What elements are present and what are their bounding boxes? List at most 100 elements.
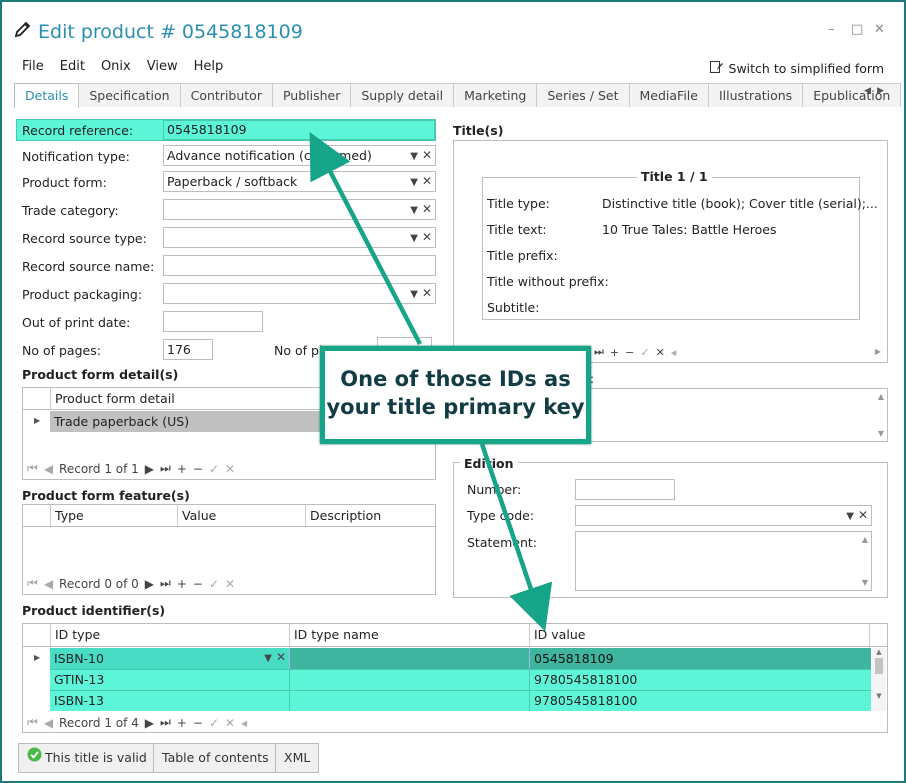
tab-illustrations[interactable]: Illustrations bbox=[707, 83, 804, 107]
title-text-value[interactable]: 10 True Tales: Battle Heroes bbox=[602, 222, 776, 237]
prev-record-icon[interactable]: ◀ bbox=[44, 462, 53, 476]
confirm-icon[interactable]: ✓ bbox=[209, 577, 219, 591]
confirm-icon[interactable]: ✓ bbox=[640, 346, 649, 359]
column-header-id-type[interactable]: ID type bbox=[50, 624, 290, 646]
menu-view[interactable]: View bbox=[147, 59, 178, 74]
column-header-description[interactable]: Description bbox=[306, 505, 435, 526]
add-record-icon[interactable]: + bbox=[610, 346, 619, 359]
scroll-up-icon[interactable]: ▲ bbox=[872, 648, 886, 656]
scroll-left-icon[interactable]: ◂ bbox=[671, 346, 677, 359]
table-row[interactable]: GTIN-13 9780545818100 bbox=[50, 669, 871, 690]
column-header-id-type-name[interactable]: ID type name bbox=[290, 624, 530, 646]
title-type-value[interactable]: Distinctive title (book); Cover title (s… bbox=[602, 196, 878, 211]
menu-help[interactable]: Help bbox=[194, 59, 224, 74]
first-record-icon[interactable]: ⏮ bbox=[27, 576, 38, 591]
edition-number-input[interactable] bbox=[575, 479, 675, 500]
next-record-icon[interactable]: ▶ bbox=[145, 462, 154, 476]
add-record-icon[interactable]: + bbox=[177, 716, 187, 730]
tab-mediafile[interactable]: MediaFile bbox=[628, 83, 709, 107]
table-row[interactable]: ISBN-10 ▼ ✕ 0545818109 bbox=[50, 648, 871, 669]
tab-contributor[interactable]: Contributor bbox=[179, 83, 273, 107]
column-header-value[interactable]: Value bbox=[178, 505, 306, 526]
tab-series-set[interactable]: Series / Set bbox=[536, 83, 630, 107]
add-record-icon[interactable]: + bbox=[177, 577, 187, 591]
switch-simplified-button[interactable]: Switch to simplified form bbox=[709, 59, 884, 77]
tab-marketing[interactable]: Marketing bbox=[453, 83, 538, 107]
last-record-icon[interactable]: ⏭ bbox=[594, 345, 604, 359]
close-button[interactable]: ✕ bbox=[874, 22, 885, 37]
cancel-icon[interactable]: ✕ bbox=[225, 716, 235, 730]
dropdown-arrow-icon[interactable]: ▼ bbox=[410, 151, 418, 162]
identifiers-scrollbar[interactable]: ▲ ▼ bbox=[872, 648, 886, 711]
last-record-icon[interactable]: ⏭ bbox=[160, 461, 171, 476]
maximize-button[interactable]: □ bbox=[851, 22, 863, 37]
record-source-type-select[interactable]: ▼ ✕ bbox=[163, 227, 436, 248]
next-record-icon[interactable]: ▶ bbox=[145, 577, 154, 591]
id-type-name-cell[interactable] bbox=[290, 670, 530, 690]
id-type-cell[interactable]: ISBN-10 ▼ ✕ bbox=[50, 648, 290, 669]
scroll-down-icon[interactable]: ▼ bbox=[872, 692, 886, 700]
prev-record-icon[interactable]: ◀ bbox=[44, 716, 53, 730]
tab-specification[interactable]: Specification bbox=[78, 83, 181, 107]
id-type-name-cell[interactable] bbox=[290, 691, 530, 711]
clear-icon[interactable]: ✕ bbox=[422, 230, 432, 244]
tab-right-icon[interactable]: ▶ bbox=[877, 86, 890, 96]
cancel-icon[interactable]: ✕ bbox=[225, 577, 235, 591]
edition-statement-textarea[interactable]: ▲ ▼ bbox=[575, 531, 872, 591]
title-valid-button[interactable]: This title is valid bbox=[18, 743, 156, 773]
record-reference-input[interactable]: 0545818109 bbox=[163, 120, 435, 140]
delete-record-icon[interactable]: − bbox=[193, 577, 203, 591]
menu-onix[interactable]: Onix bbox=[101, 59, 131, 74]
id-value-cell[interactable]: 9780545818100 bbox=[530, 670, 871, 690]
table-row[interactable]: ISBN-13 9780545818100 bbox=[50, 690, 871, 711]
out-of-print-date-input[interactable] bbox=[163, 311, 263, 332]
clear-icon[interactable]: ✕ bbox=[422, 148, 432, 162]
delete-record-icon[interactable]: − bbox=[193, 716, 203, 730]
cancel-icon[interactable]: ✕ bbox=[225, 462, 235, 476]
xml-button[interactable]: XML bbox=[275, 743, 320, 773]
scroll-up-icon[interactable]: ▲ bbox=[862, 535, 868, 544]
scroll-right-icon[interactable]: ▶ bbox=[875, 347, 881, 356]
tab-left-icon[interactable]: ◀ bbox=[864, 86, 877, 96]
id-type-cell[interactable]: GTIN-13 bbox=[50, 670, 290, 690]
clear-icon[interactable]: ✕ bbox=[422, 286, 432, 300]
notification-type-select[interactable]: Advance notification (confirmed) ▼ ✕ bbox=[163, 145, 436, 166]
dropdown-arrow-icon[interactable]: ▼ bbox=[410, 233, 418, 244]
edition-type-code-select[interactable]: ▼ ✕ bbox=[575, 505, 872, 526]
dropdown-arrow-icon[interactable]: ▼ bbox=[410, 177, 418, 188]
id-value-cell[interactable]: 9780545818100 bbox=[530, 691, 871, 711]
no-of-pages-input[interactable]: 176 bbox=[163, 339, 213, 360]
scroll-up-icon[interactable]: ▲ bbox=[878, 392, 884, 401]
last-record-icon[interactable]: ⏭ bbox=[160, 715, 171, 730]
prev-record-icon[interactable]: ◀ bbox=[44, 577, 53, 591]
product-packaging-select[interactable]: ▼ ✕ bbox=[163, 283, 436, 304]
id-value-cell[interactable]: 0545818109 bbox=[530, 648, 871, 669]
delete-record-icon[interactable]: − bbox=[193, 462, 203, 476]
scroll-down-icon[interactable]: ▼ bbox=[862, 578, 868, 587]
next-record-icon[interactable]: ▶ bbox=[145, 716, 154, 730]
scroll-down-icon[interactable]: ▼ bbox=[878, 429, 884, 438]
clear-icon[interactable]: ✕ bbox=[422, 202, 432, 216]
last-record-icon[interactable]: ⏭ bbox=[160, 576, 171, 591]
tab-details[interactable]: Details bbox=[14, 83, 80, 108]
first-record-icon[interactable]: ⏮ bbox=[27, 715, 38, 730]
scroll-left-icon[interactable]: ◂ bbox=[241, 716, 247, 730]
menu-edit[interactable]: Edit bbox=[60, 59, 85, 74]
first-record-icon[interactable]: ⏮ bbox=[27, 461, 38, 476]
id-type-name-cell[interactable] bbox=[290, 648, 530, 669]
dropdown-arrow-icon[interactable]: ▼ bbox=[264, 653, 272, 664]
id-type-cell[interactable]: ISBN-13 bbox=[50, 691, 290, 711]
column-header-type[interactable]: Type bbox=[50, 505, 178, 526]
table-of-contents-button[interactable]: Table of contents bbox=[153, 743, 278, 773]
dropdown-arrow-icon[interactable]: ▼ bbox=[410, 205, 418, 216]
tab-scroll-arrows[interactable]: ◀▶ bbox=[864, 86, 890, 96]
dropdown-arrow-icon[interactable]: ▼ bbox=[846, 511, 854, 522]
minimize-button[interactable]: – bbox=[828, 22, 835, 37]
add-record-icon[interactable]: + bbox=[177, 462, 187, 476]
dropdown-arrow-icon[interactable]: ▼ bbox=[410, 289, 418, 300]
clear-icon[interactable]: ✕ bbox=[858, 508, 868, 522]
menu-file[interactable]: File bbox=[22, 59, 44, 74]
cancel-icon[interactable]: ✕ bbox=[656, 346, 665, 359]
column-header-id-value[interactable]: ID value bbox=[530, 624, 870, 646]
record-source-name-input[interactable] bbox=[163, 255, 436, 276]
